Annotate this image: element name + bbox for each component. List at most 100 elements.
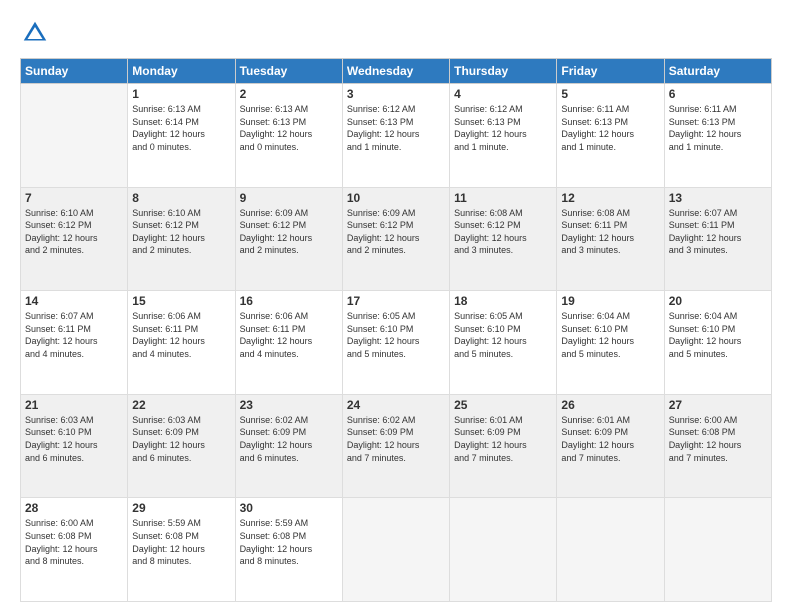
- weekday-header-saturday: Saturday: [664, 59, 771, 84]
- day-info: Sunrise: 5:59 AMSunset: 6:08 PMDaylight:…: [132, 517, 230, 567]
- calendar-week-row: 14 Sunrise: 6:07 AMSunset: 6:11 PMDayligh…: [21, 291, 772, 395]
- day-info: Sunrise: 6:05 AMSunset: 6:10 PMDaylight:…: [454, 310, 552, 360]
- calendar-cell: 22 Sunrise: 6:03 AMSunset: 6:09 PMDayligh…: [128, 394, 235, 498]
- day-info: Sunrise: 6:02 AMSunset: 6:09 PMDaylight:…: [347, 414, 445, 464]
- calendar-cell: [450, 498, 557, 602]
- weekday-header-monday: Monday: [128, 59, 235, 84]
- calendar-week-row: 21Sunrise: 6:03 AMSunset: 6:10 PMDayligh…: [21, 394, 772, 498]
- calendar-week-row: 7 Sunrise: 6:10 AMSunset: 6:12 PMDaylight…: [21, 187, 772, 291]
- day-number: 25: [454, 398, 552, 412]
- calendar-cell: 3 Sunrise: 6:12 AMSunset: 6:13 PMDaylight…: [342, 84, 449, 188]
- day-info: Sunrise: 6:08 AMSunset: 6:12 PMDaylight:…: [454, 207, 552, 257]
- calendar-cell: 20 Sunrise: 6:04 AMSunset: 6:10 PMDayligh…: [664, 291, 771, 395]
- calendar-cell: 17 Sunrise: 6:05 AMSunset: 6:10 PMDayligh…: [342, 291, 449, 395]
- calendar-cell: 30 Sunrise: 5:59 AMSunset: 6:08 PMDayligh…: [235, 498, 342, 602]
- day-info: Sunrise: 6:11 AMSunset: 6:13 PMDaylight:…: [561, 103, 659, 153]
- logo-icon: [20, 18, 50, 48]
- calendar-cell: 7 Sunrise: 6:10 AMSunset: 6:12 PMDaylight…: [21, 187, 128, 291]
- day-number: 12: [561, 191, 659, 205]
- day-info: Sunrise: 6:01 AMSunset: 6:09 PMDaylight:…: [454, 414, 552, 464]
- weekday-header-wednesday: Wednesday: [342, 59, 449, 84]
- day-number: 6: [669, 87, 767, 101]
- day-info: Sunrise: 6:06 AMSunset: 6:11 PMDaylight:…: [132, 310, 230, 360]
- day-info: Sunrise: 6:04 AMSunset: 6:10 PMDaylight:…: [669, 310, 767, 360]
- day-number: 1: [132, 87, 230, 101]
- day-number: 23: [240, 398, 338, 412]
- weekday-header-row: SundayMondayTuesdayWednesdayThursdayFrid…: [21, 59, 772, 84]
- day-info: Sunrise: 6:06 AMSunset: 6:11 PMDaylight:…: [240, 310, 338, 360]
- day-number: 19: [561, 294, 659, 308]
- day-number: 15: [132, 294, 230, 308]
- day-info: Sunrise: 6:04 AMSunset: 6:10 PMDaylight:…: [561, 310, 659, 360]
- day-number: 26: [561, 398, 659, 412]
- calendar-cell: 26 Sunrise: 6:01 AMSunset: 6:09 PMDayligh…: [557, 394, 664, 498]
- day-number: 11: [454, 191, 552, 205]
- calendar-cell: 2 Sunrise: 6:13 AMSunset: 6:13 PMDaylight…: [235, 84, 342, 188]
- day-number: 14: [25, 294, 123, 308]
- day-info: Sunrise: 5:59 AMSunset: 6:08 PMDaylight:…: [240, 517, 338, 567]
- calendar-cell: 27 Sunrise: 6:00 AMSunset: 6:08 PMDayligh…: [664, 394, 771, 498]
- calendar-cell: 8 Sunrise: 6:10 AMSunset: 6:12 PMDaylight…: [128, 187, 235, 291]
- day-number: 7: [25, 191, 123, 205]
- day-info: Sunrise: 6:01 AMSunset: 6:09 PMDaylight:…: [561, 414, 659, 464]
- day-number: 20: [669, 294, 767, 308]
- calendar-cell: 18Sunrise: 6:05 AMSunset: 6:10 PMDayligh…: [450, 291, 557, 395]
- day-info: Sunrise: 6:07 AMSunset: 6:11 PMDaylight:…: [669, 207, 767, 257]
- day-number: 28: [25, 501, 123, 515]
- weekday-header-tuesday: Tuesday: [235, 59, 342, 84]
- day-info: Sunrise: 6:00 AMSunset: 6:08 PMDaylight:…: [25, 517, 123, 567]
- day-number: 2: [240, 87, 338, 101]
- day-number: 3: [347, 87, 445, 101]
- calendar-cell: 14 Sunrise: 6:07 AMSunset: 6:11 PMDayligh…: [21, 291, 128, 395]
- weekday-header-friday: Friday: [557, 59, 664, 84]
- calendar-cell: 9 Sunrise: 6:09 AMSunset: 6:12 PMDaylight…: [235, 187, 342, 291]
- day-number: 21: [25, 398, 123, 412]
- day-info: Sunrise: 6:13 AMSunset: 6:13 PMDaylight:…: [240, 103, 338, 153]
- calendar-cell: [664, 498, 771, 602]
- day-number: 10: [347, 191, 445, 205]
- weekday-header-sunday: Sunday: [21, 59, 128, 84]
- calendar-cell: [342, 498, 449, 602]
- day-info: Sunrise: 6:02 AMSunset: 6:09 PMDaylight:…: [240, 414, 338, 464]
- day-number: 17: [347, 294, 445, 308]
- day-info: Sunrise: 6:03 AMSunset: 6:09 PMDaylight:…: [132, 414, 230, 464]
- calendar-table: SundayMondayTuesdayWednesdayThursdayFrid…: [20, 58, 772, 602]
- calendar-cell: 19 Sunrise: 6:04 AMSunset: 6:10 PMDayligh…: [557, 291, 664, 395]
- calendar-cell: 28 Sunrise: 6:00 AMSunset: 6:08 PMDayligh…: [21, 498, 128, 602]
- day-number: 30: [240, 501, 338, 515]
- logo: [20, 18, 54, 48]
- day-info: Sunrise: 6:05 AMSunset: 6:10 PMDaylight:…: [347, 310, 445, 360]
- header: [20, 18, 772, 48]
- calendar-cell: 13Sunrise: 6:07 AMSunset: 6:11 PMDayligh…: [664, 187, 771, 291]
- calendar-week-row: 28 Sunrise: 6:00 AMSunset: 6:08 PMDayligh…: [21, 498, 772, 602]
- day-number: 4: [454, 87, 552, 101]
- day-number: 22: [132, 398, 230, 412]
- calendar-cell: 1 Sunrise: 6:13 AMSunset: 6:14 PMDaylight…: [128, 84, 235, 188]
- day-info: Sunrise: 6:07 AMSunset: 6:11 PMDaylight:…: [25, 310, 123, 360]
- day-number: 24: [347, 398, 445, 412]
- calendar-cell: 25 Sunrise: 6:01 AMSunset: 6:09 PMDayligh…: [450, 394, 557, 498]
- day-number: 9: [240, 191, 338, 205]
- page: SundayMondayTuesdayWednesdayThursdayFrid…: [0, 0, 792, 612]
- day-info: Sunrise: 6:10 AMSunset: 6:12 PMDaylight:…: [25, 207, 123, 257]
- day-number: 5: [561, 87, 659, 101]
- day-number: 8: [132, 191, 230, 205]
- calendar-cell: 4 Sunrise: 6:12 AMSunset: 6:13 PMDaylight…: [450, 84, 557, 188]
- day-number: 27: [669, 398, 767, 412]
- day-info: Sunrise: 6:11 AMSunset: 6:13 PMDaylight:…: [669, 103, 767, 153]
- day-info: Sunrise: 6:12 AMSunset: 6:13 PMDaylight:…: [454, 103, 552, 153]
- calendar-cell: [557, 498, 664, 602]
- day-info: Sunrise: 6:12 AMSunset: 6:13 PMDaylight:…: [347, 103, 445, 153]
- calendar-cell: 10 Sunrise: 6:09 AMSunset: 6:12 PMDayligh…: [342, 187, 449, 291]
- day-number: 29: [132, 501, 230, 515]
- calendar-cell: 21Sunrise: 6:03 AMSunset: 6:10 PMDayligh…: [21, 394, 128, 498]
- day-info: Sunrise: 6:09 AMSunset: 6:12 PMDaylight:…: [240, 207, 338, 257]
- calendar-cell: 15 Sunrise: 6:06 AMSunset: 6:11 PMDayligh…: [128, 291, 235, 395]
- calendar-cell: 6 Sunrise: 6:11 AMSunset: 6:13 PMDaylight…: [664, 84, 771, 188]
- day-number: 16: [240, 294, 338, 308]
- day-info: Sunrise: 6:09 AMSunset: 6:12 PMDaylight:…: [347, 207, 445, 257]
- day-info: Sunrise: 6:00 AMSunset: 6:08 PMDaylight:…: [669, 414, 767, 464]
- day-info: Sunrise: 6:13 AMSunset: 6:14 PMDaylight:…: [132, 103, 230, 153]
- calendar-cell: 16 Sunrise: 6:06 AMSunset: 6:11 PMDayligh…: [235, 291, 342, 395]
- day-info: Sunrise: 6:10 AMSunset: 6:12 PMDaylight:…: [132, 207, 230, 257]
